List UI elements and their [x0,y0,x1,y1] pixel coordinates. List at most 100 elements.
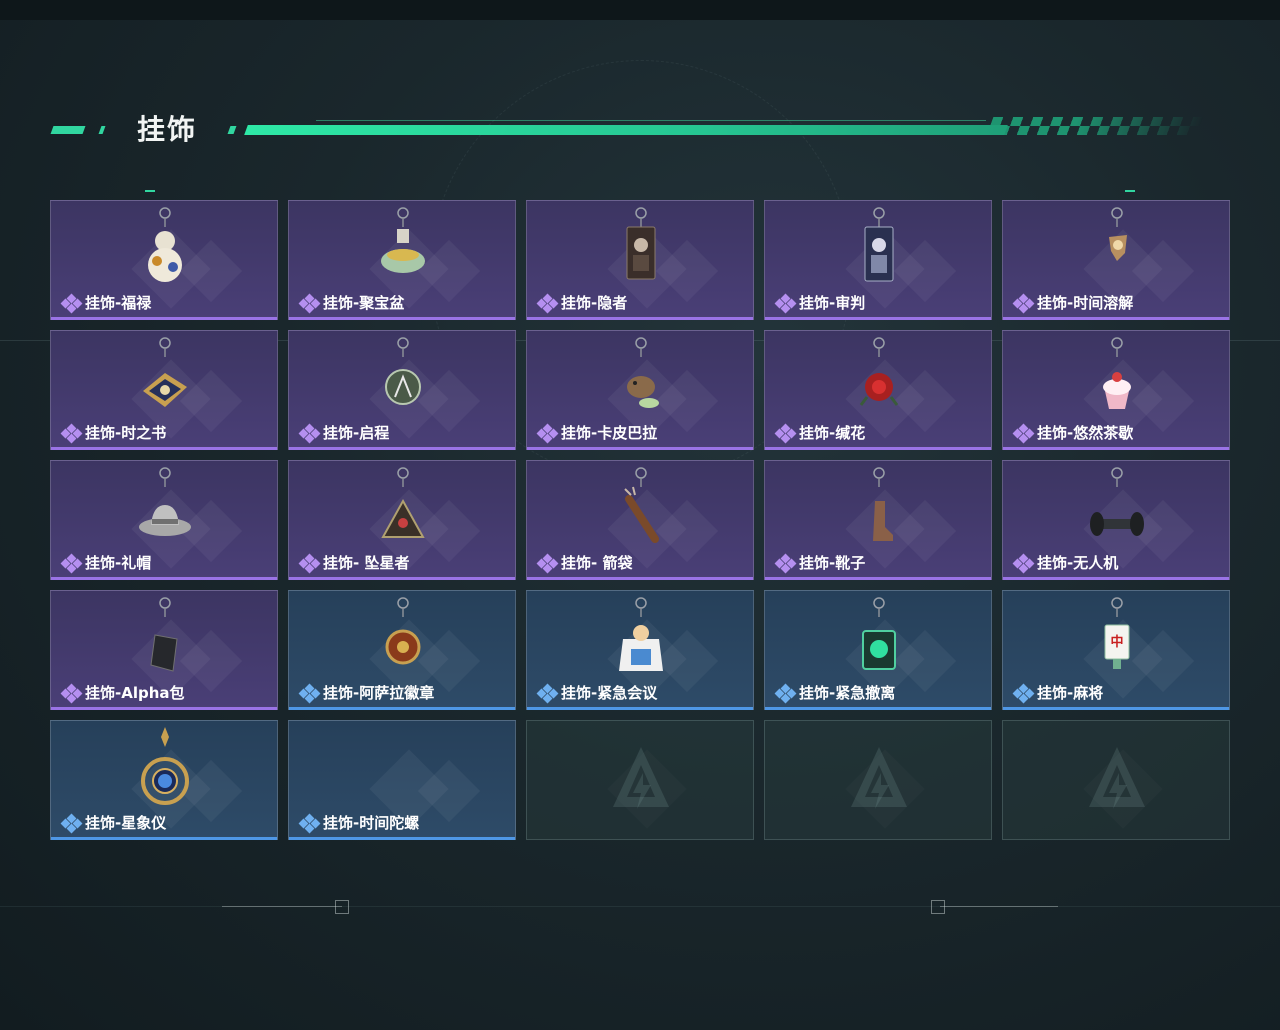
top-bar [0,0,1280,20]
rarity-diamond-icon [1012,423,1035,443]
rarity-diamond-icon [298,553,321,573]
rarity-bar [1003,707,1229,710]
charm-label: 挂饰-聚宝盆 [298,292,405,313]
charm-card[interactable]: 挂饰-靴子 [764,460,992,580]
charm-label: 挂饰-礼帽 [60,552,152,573]
charm-name: 挂饰-审判 [799,294,866,312]
charm-label: 挂饰-审判 [774,292,866,313]
charm-name: 挂饰-悠然茶歇 [1037,424,1134,442]
bottom-deco-square [931,900,945,914]
cupcake-charm-icon [1103,337,1131,409]
quiver-charm-icon [624,467,659,543]
charm-name: 挂饰-隐者 [561,294,628,312]
boot-charm-icon [873,467,893,541]
charm-name: 挂饰-聚宝盆 [323,294,405,312]
charm-name: 挂饰-Alpha包 [85,684,185,702]
rarity-bar [765,707,991,710]
page-title: 挂饰 [137,113,198,146]
triangle-emblem-charm-icon [381,467,425,538]
charm-card[interactable]: 挂饰-聚宝盆 [288,200,516,320]
mahjong-tile-text: 中 [1110,635,1124,650]
grid-corner-mark [1125,190,1135,192]
rarity-bar [527,317,753,320]
charm-card[interactable]: 中挂饰-麻将 [1002,590,1230,710]
charm-label: 挂饰-缄花 [774,422,865,443]
charm-name: 挂饰-时之书 [85,424,167,442]
charm-card[interactable]: 挂饰- 坠星者 [288,460,516,580]
charm-card[interactable]: 挂饰- 箭袋 [526,460,754,580]
charm-name: 挂饰-时间溶解 [1037,294,1134,312]
rarity-bar [289,317,515,320]
rarity-bar [765,577,991,580]
charm-card[interactable]: 挂饰-卡皮巴拉 [526,330,754,450]
charm-card[interactable]: 挂饰-时间陀螺 [288,720,516,840]
rarity-bar [51,447,277,450]
astrolabe-charm-icon [141,727,189,805]
time-top-charm-icon [373,725,433,813]
charm-label: 挂饰-悠然茶歇 [1012,422,1134,443]
charm-name: 挂饰-礼帽 [85,554,152,572]
drone-charm-icon [1090,467,1144,536]
rarity-diamond-icon [298,813,321,833]
charm-card[interactable]: 挂饰-福禄 [50,200,278,320]
charm-card[interactable]: 挂饰-时间溶解 [1002,200,1230,320]
charm-label: 挂饰- 坠星者 [298,552,410,573]
rarity-bar [527,577,753,580]
charm-card[interactable]: 挂饰-隐者 [526,200,754,320]
charm-card[interactable]: 挂饰-审判 [764,200,992,320]
rarity-bar [51,577,277,580]
charm-label: 挂饰-时之书 [60,422,167,443]
empty-slot-logo-icon [1089,747,1145,809]
bottom-deco-line [222,906,342,907]
charm-name: 挂饰- 坠星者 [323,554,410,572]
rarity-diamond-icon [536,683,559,703]
rarity-diamond-icon [60,293,83,313]
charm-label: 挂饰-无人机 [1012,552,1118,573]
header-accent-bar [244,125,1008,135]
charm-card[interactable]: 挂饰-Alpha包 [50,590,278,710]
alpha-pack-charm-icon [150,597,178,672]
charm-card[interactable]: 挂饰-星象仪 [50,720,278,840]
charm-card[interactable]: 挂饰-启程 [288,330,516,450]
rarity-diamond-icon [60,423,83,443]
charm-name: 挂饰-紧急会议 [561,684,658,702]
charm-card[interactable]: 挂饰-时之书 [50,330,278,450]
charm-card[interactable]: 挂饰-缄花 [764,330,992,450]
bottom-deco-square [335,900,349,914]
rarity-bar [527,707,753,710]
rarity-bar [1003,447,1229,450]
charm-name: 挂饰-靴子 [799,554,866,572]
background-line [0,906,1280,907]
charm-label: 挂饰-时间溶解 [1012,292,1134,313]
rarity-diamond-icon [774,683,797,703]
grid-corner-mark [145,190,155,192]
capybara-charm-icon [627,337,659,408]
emergency-evac-charm-icon [862,597,896,670]
rarity-bar [527,447,753,450]
rose-charm-icon [859,337,899,406]
empty-slot-logo-icon [851,747,907,809]
rarity-diamond-icon [774,293,797,313]
charm-name: 挂饰-紧急撤离 [799,684,896,702]
rarity-bar [289,707,515,710]
charm-card[interactable]: 挂饰-紧急撤离 [764,590,992,710]
charm-card[interactable]: 挂饰-悠然茶歇 [1002,330,1230,450]
rarity-bar [1003,577,1229,580]
rarity-bar [51,837,277,840]
charm-label: 挂饰-Alpha包 [60,682,185,703]
charm-name: 挂饰-星象仪 [85,814,167,832]
rarity-diamond-icon [536,293,559,313]
charm-name: 挂饰-阿萨拉徽章 [323,684,435,702]
charm-card[interactable]: 挂饰-无人机 [1002,460,1230,580]
charm-card[interactable]: 挂饰-礼帽 [50,460,278,580]
rarity-diamond-icon [60,813,83,833]
charm-label: 挂饰- 箭袋 [536,552,632,573]
charm-name: 挂饰-启程 [323,424,390,442]
charm-name: 挂饰-福禄 [85,294,152,312]
asala-badge-charm-icon [385,597,421,665]
charm-label: 挂饰-紧急会议 [536,682,658,703]
charm-card[interactable]: 挂饰-紧急会议 [526,590,754,710]
charm-label: 挂饰-阿萨拉徽章 [298,682,435,703]
charm-name: 挂饰-麻将 [1037,684,1104,702]
charm-card[interactable]: 挂饰-阿萨拉徽章 [288,590,516,710]
